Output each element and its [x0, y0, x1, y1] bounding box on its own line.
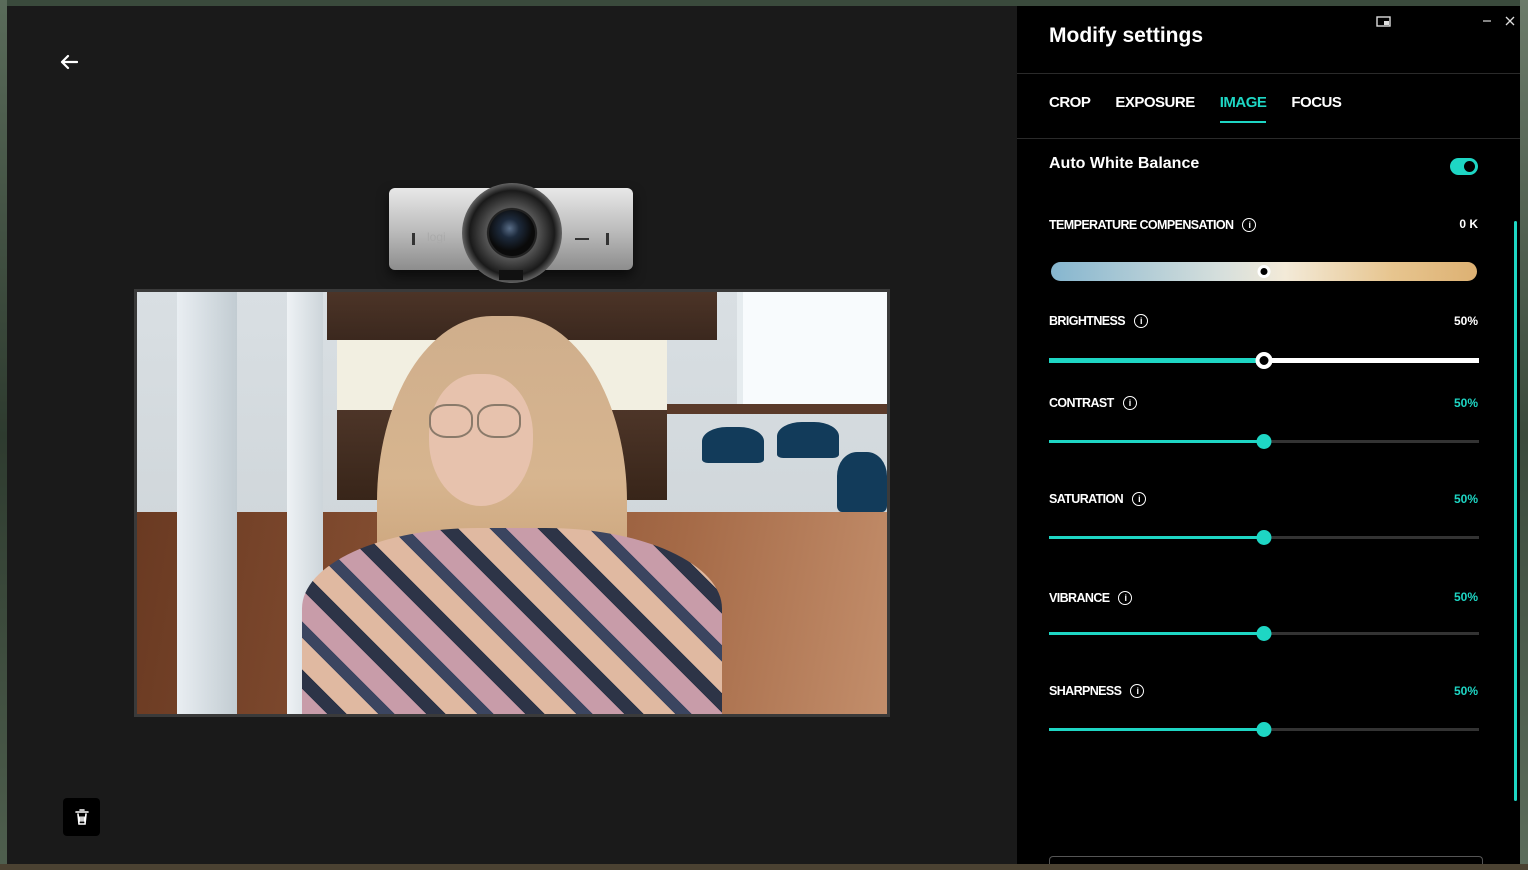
scene-table [667, 404, 887, 414]
tab-image[interactable]: IMAGE [1219, 94, 1267, 123]
webcam-lens [489, 210, 535, 256]
person-face [429, 374, 533, 506]
settings-scrollbar[interactable] [1514, 221, 1517, 801]
temperature-slider[interactable] [1051, 262, 1477, 281]
close-button[interactable] [1502, 14, 1518, 28]
person-glasses [477, 404, 521, 438]
info-icon[interactable]: i [1242, 218, 1257, 232]
sharpness-label: SHARPNESS i [1049, 684, 1145, 698]
toggle-knob [1464, 161, 1475, 172]
sharpness-value: 50% [1453, 684, 1478, 698]
webcam-indicator-right [606, 233, 609, 245]
minimize-button[interactable] [1479, 14, 1495, 28]
back-button[interactable] [55, 48, 83, 76]
saturation-value: 50% [1453, 492, 1478, 506]
title-divider [1017, 73, 1520, 74]
contrast-label: CONTRAST i [1049, 396, 1137, 410]
scene-pillar [177, 292, 237, 714]
contrast-value: 50% [1453, 396, 1478, 410]
sharpness-slider-knob[interactable] [1256, 722, 1272, 737]
contrast-slider-fill [1049, 440, 1264, 443]
saturation-slider[interactable] [1049, 530, 1479, 545]
contrast-label-text: CONTRAST [1049, 396, 1114, 410]
settings-panel: Modify settings CROP EXPOSURE IMAGE FOCU… [1017, 6, 1520, 864]
webcam-mark [575, 238, 589, 240]
temperature-label: TEMPERATURE COMPENSATION i [1049, 218, 1257, 232]
saturation-slider-knob[interactable] [1256, 530, 1272, 545]
scene-window [737, 292, 887, 412]
vibrance-label-text: VIBRANCE [1049, 591, 1110, 605]
desktop-background-bottom [0, 864, 1528, 870]
auto-white-balance-toggle[interactable] [1450, 158, 1478, 175]
person-sweater [302, 528, 722, 714]
sharpness-label-text: SHARPNESS [1049, 684, 1122, 698]
brightness-label-text: BRIGHTNESS [1049, 314, 1126, 328]
camera-preview [134, 289, 890, 717]
vibrance-slider-fill [1049, 632, 1264, 635]
desktop-background-right [1520, 0, 1528, 870]
webcam-stand [499, 270, 523, 280]
person-glasses [429, 404, 473, 438]
trash-icon [74, 809, 89, 825]
info-icon[interactable]: i [1133, 314, 1148, 328]
delete-button[interactable] [63, 798, 100, 836]
webcam-indicator-left [412, 233, 415, 245]
vibrance-slider[interactable] [1049, 626, 1479, 641]
brightness-label: BRIGHTNESS i [1049, 314, 1148, 328]
brightness-slider-knob[interactable] [1255, 352, 1273, 369]
info-icon[interactable]: i [1122, 396, 1137, 410]
vibrance-value: 50% [1453, 590, 1478, 604]
info-icon[interactable]: i [1130, 684, 1145, 698]
preview-pane: logi [7, 6, 1017, 864]
tab-crop[interactable]: CROP [1049, 94, 1091, 123]
tab-exposure[interactable]: EXPOSURE [1115, 94, 1195, 123]
vibrance-label: VIBRANCE i [1049, 591, 1133, 605]
webcam-illustration: logi [389, 183, 633, 283]
sharpness-slider-fill [1049, 728, 1264, 731]
webcam-logo: logi [427, 230, 446, 244]
info-icon[interactable]: i [1132, 492, 1147, 506]
scene-stool [777, 422, 839, 458]
desktop-background-left [0, 0, 7, 870]
saturation-slider-fill [1049, 536, 1264, 539]
brightness-value: 50% [1453, 314, 1478, 328]
scene-stool [702, 427, 764, 463]
app-window: logi Modify settings CROP EXPOSURE IMAGE… [7, 6, 1520, 864]
miniplayer-button[interactable] [1375, 14, 1391, 28]
miniplayer-icon [1375, 15, 1391, 27]
tabs-divider [1017, 138, 1520, 139]
arrow-left-icon [60, 54, 78, 70]
saturation-label-text: SATURATION [1049, 492, 1124, 506]
info-icon[interactable]: i [1118, 591, 1133, 605]
brightness-slider[interactable] [1049, 352, 1479, 369]
minimize-icon [1483, 20, 1491, 22]
brightness-slider-fill [1049, 358, 1264, 363]
page-title: Modify settings [1049, 24, 1204, 47]
temperature-value: 0 K [1459, 217, 1478, 231]
saturation-label: SATURATION i [1049, 492, 1147, 506]
settings-tabs: CROP EXPOSURE IMAGE FOCUS [1049, 94, 1342, 123]
scene-chair [837, 452, 887, 512]
vibrance-slider-knob[interactable] [1256, 626, 1272, 641]
close-icon [1505, 16, 1515, 26]
auto-white-balance-label: Auto White Balance [1049, 155, 1200, 172]
contrast-slider-knob[interactable] [1256, 434, 1272, 449]
sharpness-slider[interactable] [1049, 722, 1479, 737]
bottom-control-partial [1049, 856, 1483, 864]
contrast-slider[interactable] [1049, 434, 1479, 449]
tab-focus[interactable]: FOCUS [1291, 94, 1342, 123]
temperature-slider-knob[interactable] [1257, 265, 1271, 278]
temperature-label-text: TEMPERATURE COMPENSATION [1049, 218, 1234, 232]
